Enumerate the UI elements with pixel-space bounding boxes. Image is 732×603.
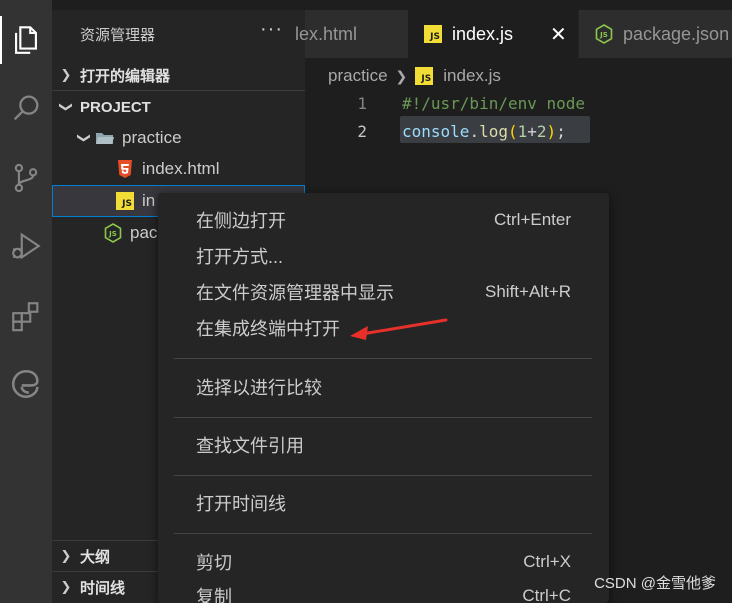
token: . bbox=[469, 121, 480, 141]
menu-item-find-file-references[interactable]: 查找文件引用 bbox=[158, 428, 609, 462]
token: ; bbox=[556, 121, 566, 141]
tree-label: pac bbox=[130, 223, 158, 242]
menu-item-open-with[interactable]: 打开方式... bbox=[158, 239, 609, 273]
svg-text:JS: JS bbox=[108, 230, 117, 238]
section-label: PROJECT bbox=[80, 98, 151, 116]
line-number: 1 bbox=[357, 93, 367, 113]
breadcrumb: practice ❯ JS index.js bbox=[328, 64, 501, 88]
section-project[interactable]: ❯ PROJECT bbox=[52, 92, 305, 122]
html5-icon bbox=[114, 159, 136, 179]
section-label: 大纲 bbox=[80, 548, 111, 566]
breadcrumb-folder[interactable]: practice bbox=[328, 66, 388, 86]
token: 2 bbox=[536, 121, 547, 141]
code-text: #!/usr/bin/env node bbox=[402, 93, 586, 113]
nodejs-icon: JS bbox=[595, 24, 613, 44]
menu-item-reveal-in-explorer[interactable]: 在文件资源管理器中显示 Shift+Alt+R bbox=[158, 275, 609, 309]
code-line-1[interactable]: 1 #!/usr/bin/env node bbox=[305, 89, 732, 117]
nodejs-icon: JS bbox=[102, 223, 124, 243]
sidebar-header: 资源管理器 ··· bbox=[52, 10, 305, 58]
menu-item-open-to-side[interactable]: 在侧边打开 Ctrl+Enter bbox=[158, 203, 609, 237]
edge-icon[interactable] bbox=[0, 360, 52, 408]
token: + bbox=[527, 121, 537, 141]
annotation-arrow-icon bbox=[350, 318, 448, 340]
menu-shortcut: Ctrl+Enter bbox=[494, 210, 571, 229]
token: console bbox=[402, 121, 470, 141]
tab-index-html[interactable]: lex.html bbox=[295, 10, 408, 58]
menu-label: 在文件资源管理器中显示 bbox=[196, 283, 394, 303]
chevron-down-icon: ❯ bbox=[59, 101, 74, 113]
line-number: 2 bbox=[357, 121, 367, 141]
source-control-icon[interactable] bbox=[0, 154, 52, 202]
menu-separator bbox=[174, 358, 592, 359]
menu-label: 剪切 bbox=[196, 553, 232, 573]
menu-label: 查找文件引用 bbox=[196, 436, 304, 456]
search-icon[interactable] bbox=[0, 84, 52, 132]
menu-separator bbox=[174, 475, 592, 476]
tree-folder-practice[interactable]: ❯ practice bbox=[52, 122, 305, 154]
divider bbox=[52, 90, 305, 91]
chevron-right-icon: ❯ bbox=[60, 579, 72, 594]
chevron-down-icon: ❯ bbox=[77, 132, 92, 144]
menu-shortcut: Shift+Alt+R bbox=[485, 282, 571, 301]
menu-label: 选择以进行比较 bbox=[196, 378, 322, 398]
extensions-icon[interactable] bbox=[0, 292, 52, 340]
menu-separator bbox=[174, 417, 592, 418]
menu-label: 复制 bbox=[196, 587, 232, 603]
menu-label: 打开时间线 bbox=[196, 494, 286, 514]
menu-separator bbox=[174, 533, 592, 534]
run-debug-icon[interactable] bbox=[0, 222, 52, 270]
section-open-editors[interactable]: ❯ 打开的编辑器 bbox=[52, 60, 305, 90]
code-text: console.log(1+2); bbox=[402, 122, 566, 141]
chevron-right-icon: ❯ bbox=[395, 67, 408, 84]
context-menu: 在侧边打开 Ctrl+Enter 打开方式... 在文件资源管理器中显示 Shi… bbox=[158, 193, 609, 603]
menu-item-copy[interactable]: 复制 Ctrl+C bbox=[158, 579, 609, 603]
menu-shortcut: Ctrl+C bbox=[522, 586, 571, 603]
tab-index-js[interactable]: JS index.js ✕ bbox=[408, 10, 578, 58]
token: 1 bbox=[517, 121, 528, 141]
menu-label: 在侧边打开 bbox=[196, 211, 286, 231]
close-icon[interactable]: ✕ bbox=[550, 22, 567, 47]
tree-label: in bbox=[142, 191, 156, 210]
chevron-right-icon: ❯ bbox=[60, 548, 72, 563]
js-file-icon: JS bbox=[415, 67, 434, 85]
tree-file-index-html[interactable]: index.html bbox=[52, 153, 305, 185]
menu-label: 在集成终端中打开 bbox=[196, 319, 340, 339]
menu-label: 打开方式... bbox=[196, 247, 284, 267]
token: ( bbox=[507, 121, 518, 141]
token: ) bbox=[546, 121, 557, 141]
svg-text:JS: JS bbox=[599, 31, 608, 39]
tab-label: lex.html bbox=[295, 23, 358, 44]
tab-package-json[interactable]: JS package.json bbox=[579, 10, 732, 58]
files-icon[interactable] bbox=[0, 16, 52, 64]
chevron-right-icon: ❯ bbox=[60, 67, 72, 82]
menu-item-select-for-compare[interactable]: 选择以进行比较 bbox=[158, 370, 609, 404]
section-label: 打开的编辑器 bbox=[80, 67, 171, 85]
token: log bbox=[479, 121, 508, 141]
code-line-2[interactable]: 2 console.log(1+2); bbox=[305, 117, 732, 145]
section-label: 时间线 bbox=[80, 579, 126, 597]
tab-label: package.json bbox=[623, 23, 730, 44]
menu-shortcut: Ctrl+X bbox=[523, 552, 571, 571]
breadcrumb-file[interactable]: index.js bbox=[443, 66, 501, 86]
more-actions-icon[interactable]: ··· bbox=[260, 18, 283, 41]
tab-label: index.js bbox=[452, 23, 514, 44]
tab-bar: lex.html JS index.js ✕ JS package.json bbox=[295, 10, 732, 58]
watermark: CSDN @金雪他爹 bbox=[594, 575, 716, 592]
tree-label: index.html bbox=[142, 159, 220, 178]
js-file-icon: JS bbox=[424, 25, 442, 43]
sidebar-title: 资源管理器 bbox=[80, 27, 156, 44]
menu-item-cut[interactable]: 剪切 Ctrl+X bbox=[158, 545, 609, 579]
tree-label: practice bbox=[122, 128, 182, 147]
activity-bar bbox=[0, 0, 52, 603]
folder-open-icon bbox=[94, 128, 116, 148]
js-file-icon: JS bbox=[114, 191, 136, 211]
menu-item-open-timeline[interactable]: 打开时间线 bbox=[158, 486, 609, 520]
